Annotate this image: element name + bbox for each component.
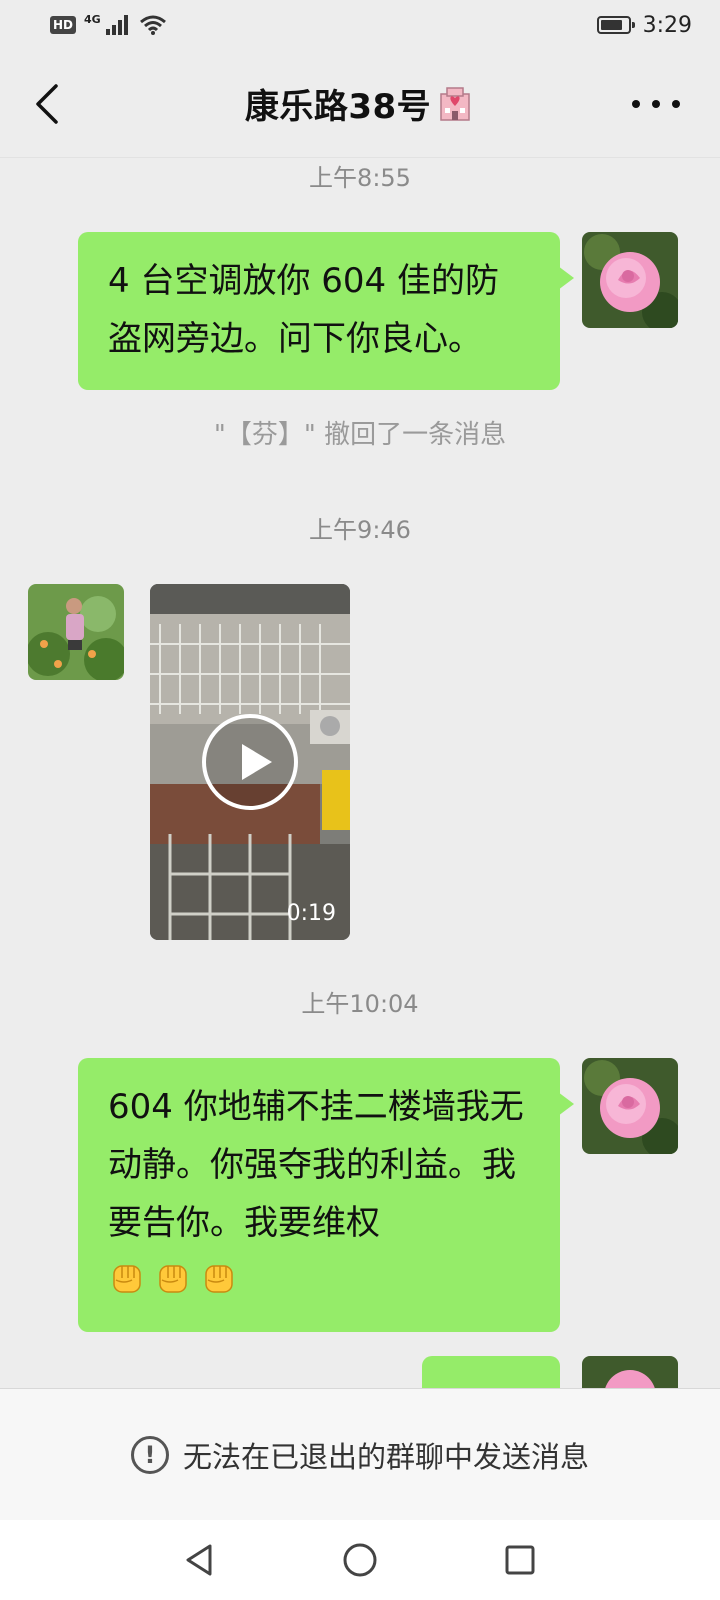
battery-icon xyxy=(596,16,635,34)
video-message[interactable]: 0:19 xyxy=(150,584,350,940)
nav-home-icon[interactable] xyxy=(340,1540,380,1580)
info-icon: ! xyxy=(130,1435,169,1474)
cannot-send-notice: 无法在已退出的群聊中发送消息 xyxy=(182,1439,589,1474)
fist-icon xyxy=(205,1265,233,1293)
message-text: 604 你地辅不挂二楼墙我无动静。你强夺我的利益。我要告你。我要维权 xyxy=(108,1087,524,1243)
battery-level xyxy=(600,20,622,30)
play-icon[interactable] xyxy=(202,714,298,810)
avatar[interactable] xyxy=(582,1058,678,1154)
recall-notice: "【芬】" 撤回了一条消息 xyxy=(213,420,507,450)
message-bubble[interactable]: 4 台空调放你 604 佳的防盗网旁边。问下你良心。 xyxy=(78,232,574,390)
nav-recents-icon[interactable] xyxy=(500,1540,540,1580)
message-bubble-partial[interactable] xyxy=(422,1356,560,1388)
dot-icon xyxy=(672,100,680,108)
back-icon[interactable] xyxy=(30,82,66,126)
chat-title: 康乐路38号 xyxy=(245,79,475,128)
hospital-icon xyxy=(440,86,470,121)
rose-avatar-icon xyxy=(582,1356,678,1388)
network-type: 4G xyxy=(84,12,101,26)
status-bar: HD 4G 3:29 xyxy=(0,0,720,50)
message-bubble[interactable]: 604 你地辅不挂二楼墙我无动静。你强夺我的利益。我要告你。我要维权 xyxy=(78,1058,574,1332)
more-options-button[interactable] xyxy=(632,92,680,116)
dot-icon xyxy=(652,100,660,108)
input-bar: ! 无法在已退出的群聊中发送消息 xyxy=(0,1388,720,1520)
dot-icon xyxy=(632,100,640,108)
avatar[interactable] xyxy=(28,584,124,680)
chat-message-list[interactable]: 上午8:55 4 台空调放你 604 佳的防盗网旁边。问下你良心。 "【芬】" … xyxy=(0,158,720,1388)
system-nav-bar xyxy=(0,1520,720,1600)
timestamp: 上午8:55 xyxy=(309,164,411,192)
wifi-icon xyxy=(139,15,166,35)
hd-badge: HD xyxy=(50,16,77,34)
fist-icon xyxy=(159,1265,187,1293)
nav-back-icon[interactable] xyxy=(180,1540,220,1580)
clock: 3:29 xyxy=(642,12,692,38)
chat-header: 康乐路38号 xyxy=(0,50,720,158)
person-garden-avatar-icon xyxy=(28,584,124,680)
avatar[interactable] xyxy=(582,1356,678,1388)
rose-avatar-icon xyxy=(582,1058,678,1154)
avatar[interactable] xyxy=(582,232,678,328)
timestamp: 上午9:46 xyxy=(309,516,411,544)
fist-icon xyxy=(113,1265,141,1293)
signal-icon xyxy=(105,15,128,35)
rose-avatar-icon xyxy=(582,232,678,328)
video-duration: 0:19 xyxy=(286,901,336,926)
chat-title-text: 康乐路38号 xyxy=(244,87,432,127)
timestamp: 上午10:04 xyxy=(301,990,419,1018)
